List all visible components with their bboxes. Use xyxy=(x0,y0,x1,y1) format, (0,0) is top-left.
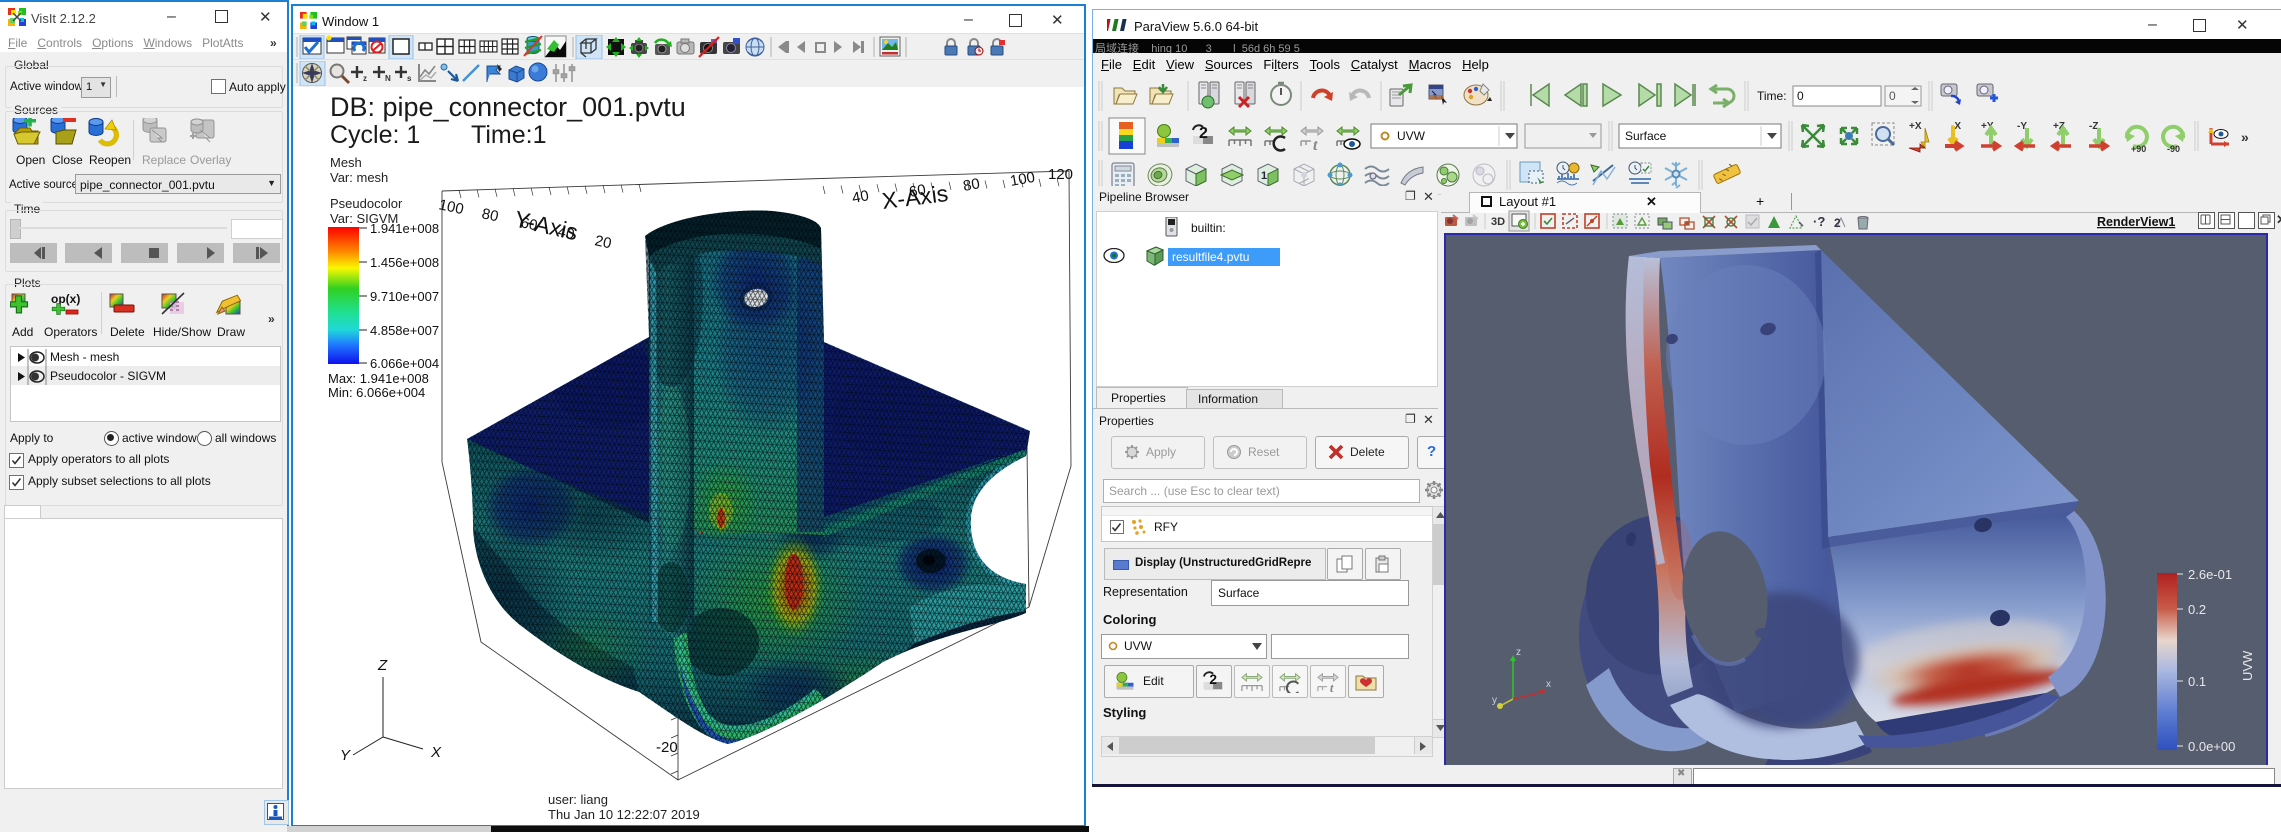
svg-text:+90: +90 xyxy=(2131,144,2146,154)
svg-text:Y-Axis: Y-Axis xyxy=(512,206,581,246)
svg-text:40: 40 xyxy=(851,187,870,207)
svg-text:1.941e+008: 1.941e+008 xyxy=(370,221,439,236)
svg-text:Surface: Surface xyxy=(1625,129,1667,143)
svg-text:4.858e+007: 4.858e+007 xyxy=(370,323,439,338)
svg-text:1: 1 xyxy=(1261,170,1267,182)
svg-text:9.710e+007: 9.710e+007 xyxy=(370,289,439,304)
svg-text:z: z xyxy=(363,74,367,83)
svg-text:t: t xyxy=(1313,137,1318,154)
svg-text:0.1: 0.1 xyxy=(2188,674,2206,689)
svg-text:Y: Y xyxy=(340,747,351,764)
svg-text:UVW: UVW xyxy=(2240,650,2255,681)
svg-text:Max: 1.941e+008: Max: 1.941e+008 xyxy=(328,371,429,386)
svg-text:»: » xyxy=(2241,129,2249,145)
svg-text:X: X xyxy=(430,744,442,761)
svg-text:2: 2 xyxy=(1199,125,1208,142)
svg-text:s: s xyxy=(407,74,412,83)
svg-text:Time:: Time: xyxy=(1757,89,1787,103)
svg-text:0: 0 xyxy=(1889,89,1896,103)
svg-text:-20: -20 xyxy=(656,739,678,756)
svg-text:2: 2 xyxy=(1209,672,1217,687)
svg-text:80: 80 xyxy=(480,205,500,225)
svg-text:80: 80 xyxy=(962,175,981,195)
svg-text:X-Axis: X-Axis xyxy=(880,180,949,214)
svg-text:100: 100 xyxy=(1009,169,1037,190)
svg-text:+X: +X xyxy=(1909,121,1922,132)
svg-text:t: t xyxy=(1330,681,1334,693)
svg-text:-90: -90 xyxy=(2167,144,2180,154)
svg-text:N: N xyxy=(385,74,391,83)
svg-text:user: liang: user: liang xyxy=(548,792,608,807)
svg-text:Thu Jan 10 12:22:07 2019: Thu Jan 10 12:22:07 2019 xyxy=(548,807,700,822)
svg-text:x: x xyxy=(1546,679,1551,690)
svg-text:0: 0 xyxy=(1797,89,1804,103)
svg-text:3D: 3D xyxy=(1491,216,1505,228)
svg-text:6.066e+004: 6.066e+004 xyxy=(370,356,439,371)
svg-text:2: 2 xyxy=(1833,216,1841,230)
svg-text:Z: Z xyxy=(377,657,388,674)
svg-text:0.0e+00: 0.0e+00 xyxy=(2188,739,2235,754)
svg-text:1.456e+008: 1.456e+008 xyxy=(370,255,439,270)
svg-text:100: 100 xyxy=(437,196,465,218)
svg-text:·?: ·? xyxy=(1813,214,1825,229)
svg-text:0.2: 0.2 xyxy=(2188,602,2206,617)
svg-text:op(x): op(x) xyxy=(51,292,80,306)
svg-text:z: z xyxy=(1516,647,1521,658)
svg-text:UVW: UVW xyxy=(1397,129,1426,143)
svg-text:Min: 6.066e+004: Min: 6.066e+004 xyxy=(328,385,425,400)
svg-text:RenderView1: RenderView1 xyxy=(2097,215,2175,229)
svg-text:2.6e-01: 2.6e-01 xyxy=(2188,567,2232,582)
svg-text:20: 20 xyxy=(593,232,613,252)
svg-text:y: y xyxy=(1492,695,1497,706)
svg-text:120: 120 xyxy=(1048,166,1073,183)
